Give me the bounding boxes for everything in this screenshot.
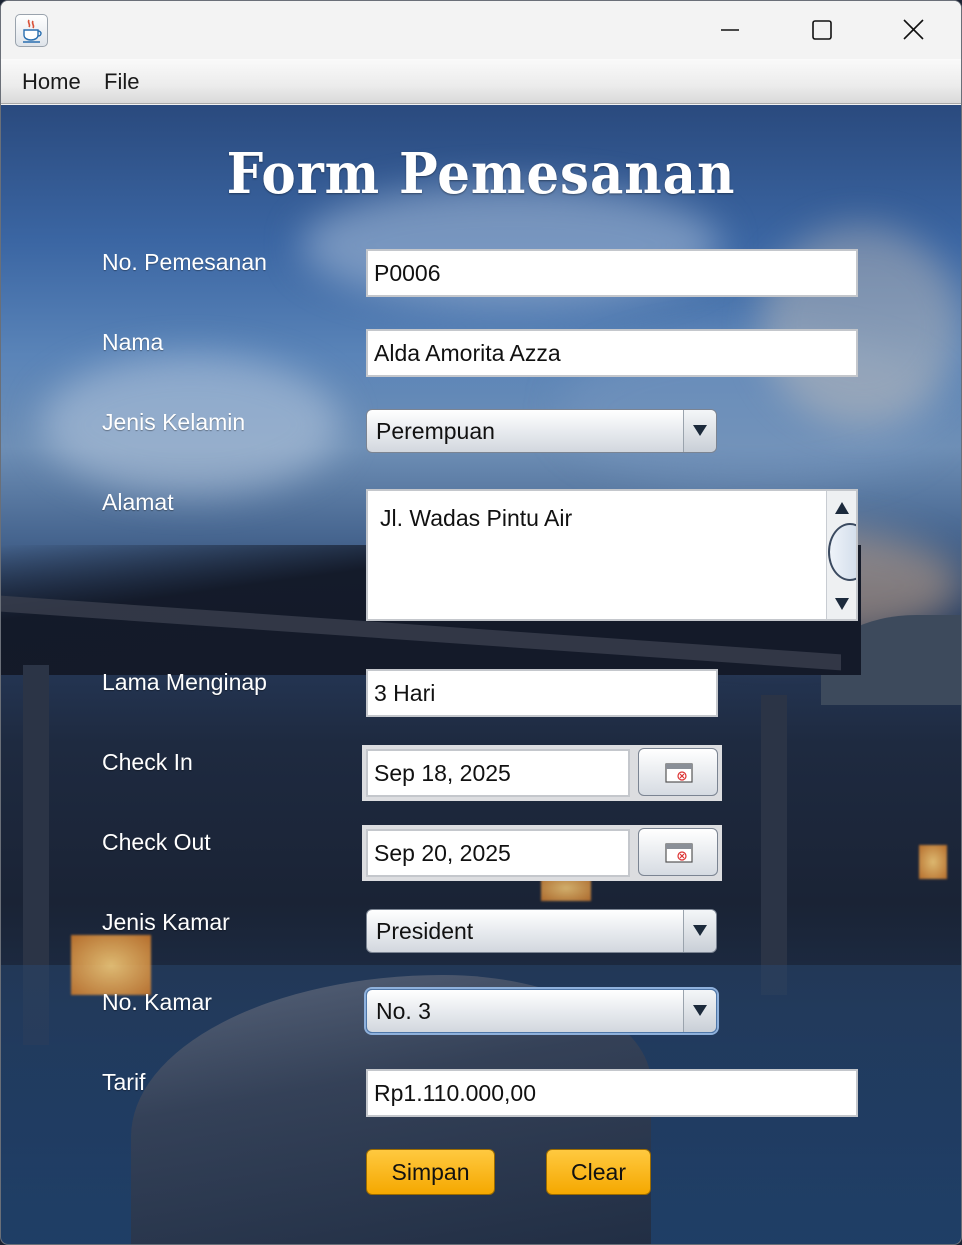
form-title: Form Pemesanan bbox=[226, 141, 736, 207]
dropdown-arrow-button[interactable] bbox=[683, 410, 716, 452]
background-pillar bbox=[761, 695, 787, 995]
background-lamp bbox=[919, 845, 947, 879]
arrow-up-icon bbox=[835, 502, 849, 514]
maximize-icon bbox=[812, 20, 832, 40]
close-icon bbox=[903, 19, 924, 40]
chevron-down-icon bbox=[693, 425, 707, 436]
check-in-field[interactable]: Sep 18, 2025 bbox=[366, 749, 630, 797]
app-window: Home File Form Pemesanan No. Pemesanan P… bbox=[0, 0, 962, 1245]
jenis-kelamin-label: Jenis Kelamin bbox=[102, 409, 246, 435]
jenis-kamar-select[interactable]: President bbox=[366, 909, 717, 953]
check-in-label: Check In bbox=[102, 749, 193, 775]
check-out-date-chooser: Sep 20, 2025 bbox=[362, 825, 722, 881]
java-coffee-icon[interactable] bbox=[15, 14, 48, 47]
title-bar bbox=[1, 1, 961, 59]
calendar-icon bbox=[665, 843, 693, 863]
simpan-button[interactable]: Simpan bbox=[366, 1149, 495, 1195]
check-out-calendar-button[interactable] bbox=[638, 828, 718, 876]
check-in-calendar-button[interactable] bbox=[638, 748, 718, 796]
jenis-kamar-value: President bbox=[376, 918, 474, 944]
nama-field[interactable]: Alda Amorita Azza bbox=[366, 329, 858, 377]
dropdown-arrow-button[interactable] bbox=[683, 910, 716, 952]
minimize-button[interactable] bbox=[684, 1, 776, 59]
menu-file[interactable]: File bbox=[104, 69, 139, 95]
nama-label: Nama bbox=[102, 329, 164, 355]
jenis-kelamin-select[interactable]: Perempuan bbox=[366, 409, 717, 453]
scroll-up-button[interactable] bbox=[827, 493, 856, 521]
chevron-down-icon bbox=[693, 1005, 707, 1016]
no-pemesanan-label: No. Pemesanan bbox=[102, 249, 267, 275]
alamat-textarea[interactable]: Jl. Wadas Pintu Air bbox=[366, 489, 858, 621]
menu-bar: Home File bbox=[1, 59, 961, 104]
check-in-date-chooser: Sep 18, 2025 bbox=[362, 745, 722, 801]
clear-button[interactable]: Clear bbox=[546, 1149, 651, 1195]
alamat-label: Alamat bbox=[102, 489, 174, 515]
minimize-icon bbox=[721, 29, 739, 31]
dropdown-arrow-button[interactable] bbox=[683, 990, 716, 1032]
alamat-scrollbar[interactable] bbox=[826, 491, 856, 619]
lama-menginap-field[interactable]: 3 Hari bbox=[366, 669, 718, 717]
alamat-value: Jl. Wadas Pintu Air bbox=[380, 505, 573, 531]
form-panel: Form Pemesanan No. Pemesanan P0006 Nama … bbox=[1, 105, 961, 1244]
maximize-button[interactable] bbox=[776, 1, 868, 59]
no-kamar-label: No. Kamar bbox=[102, 989, 212, 1015]
tarif-label: Tarif bbox=[102, 1069, 146, 1095]
check-out-label: Check Out bbox=[102, 829, 211, 855]
close-button[interactable] bbox=[868, 1, 960, 59]
arrow-down-icon bbox=[835, 598, 849, 610]
jenis-kamar-label: Jenis Kamar bbox=[102, 909, 230, 935]
calendar-icon bbox=[665, 763, 693, 783]
check-out-field[interactable]: Sep 20, 2025 bbox=[366, 829, 630, 877]
lama-menginap-label: Lama Menginap bbox=[102, 669, 267, 695]
menu-home[interactable]: Home bbox=[22, 69, 81, 95]
jenis-kelamin-value: Perempuan bbox=[376, 418, 495, 444]
background-lamp bbox=[71, 935, 151, 995]
tarif-field[interactable]: Rp1.110.000,00 bbox=[366, 1069, 858, 1117]
scroll-down-button[interactable] bbox=[827, 589, 856, 617]
chevron-down-icon bbox=[693, 925, 707, 936]
no-kamar-value: No. 3 bbox=[376, 998, 431, 1024]
no-kamar-select[interactable]: No. 3 bbox=[366, 989, 717, 1033]
no-pemesanan-field[interactable]: P0006 bbox=[366, 249, 858, 297]
